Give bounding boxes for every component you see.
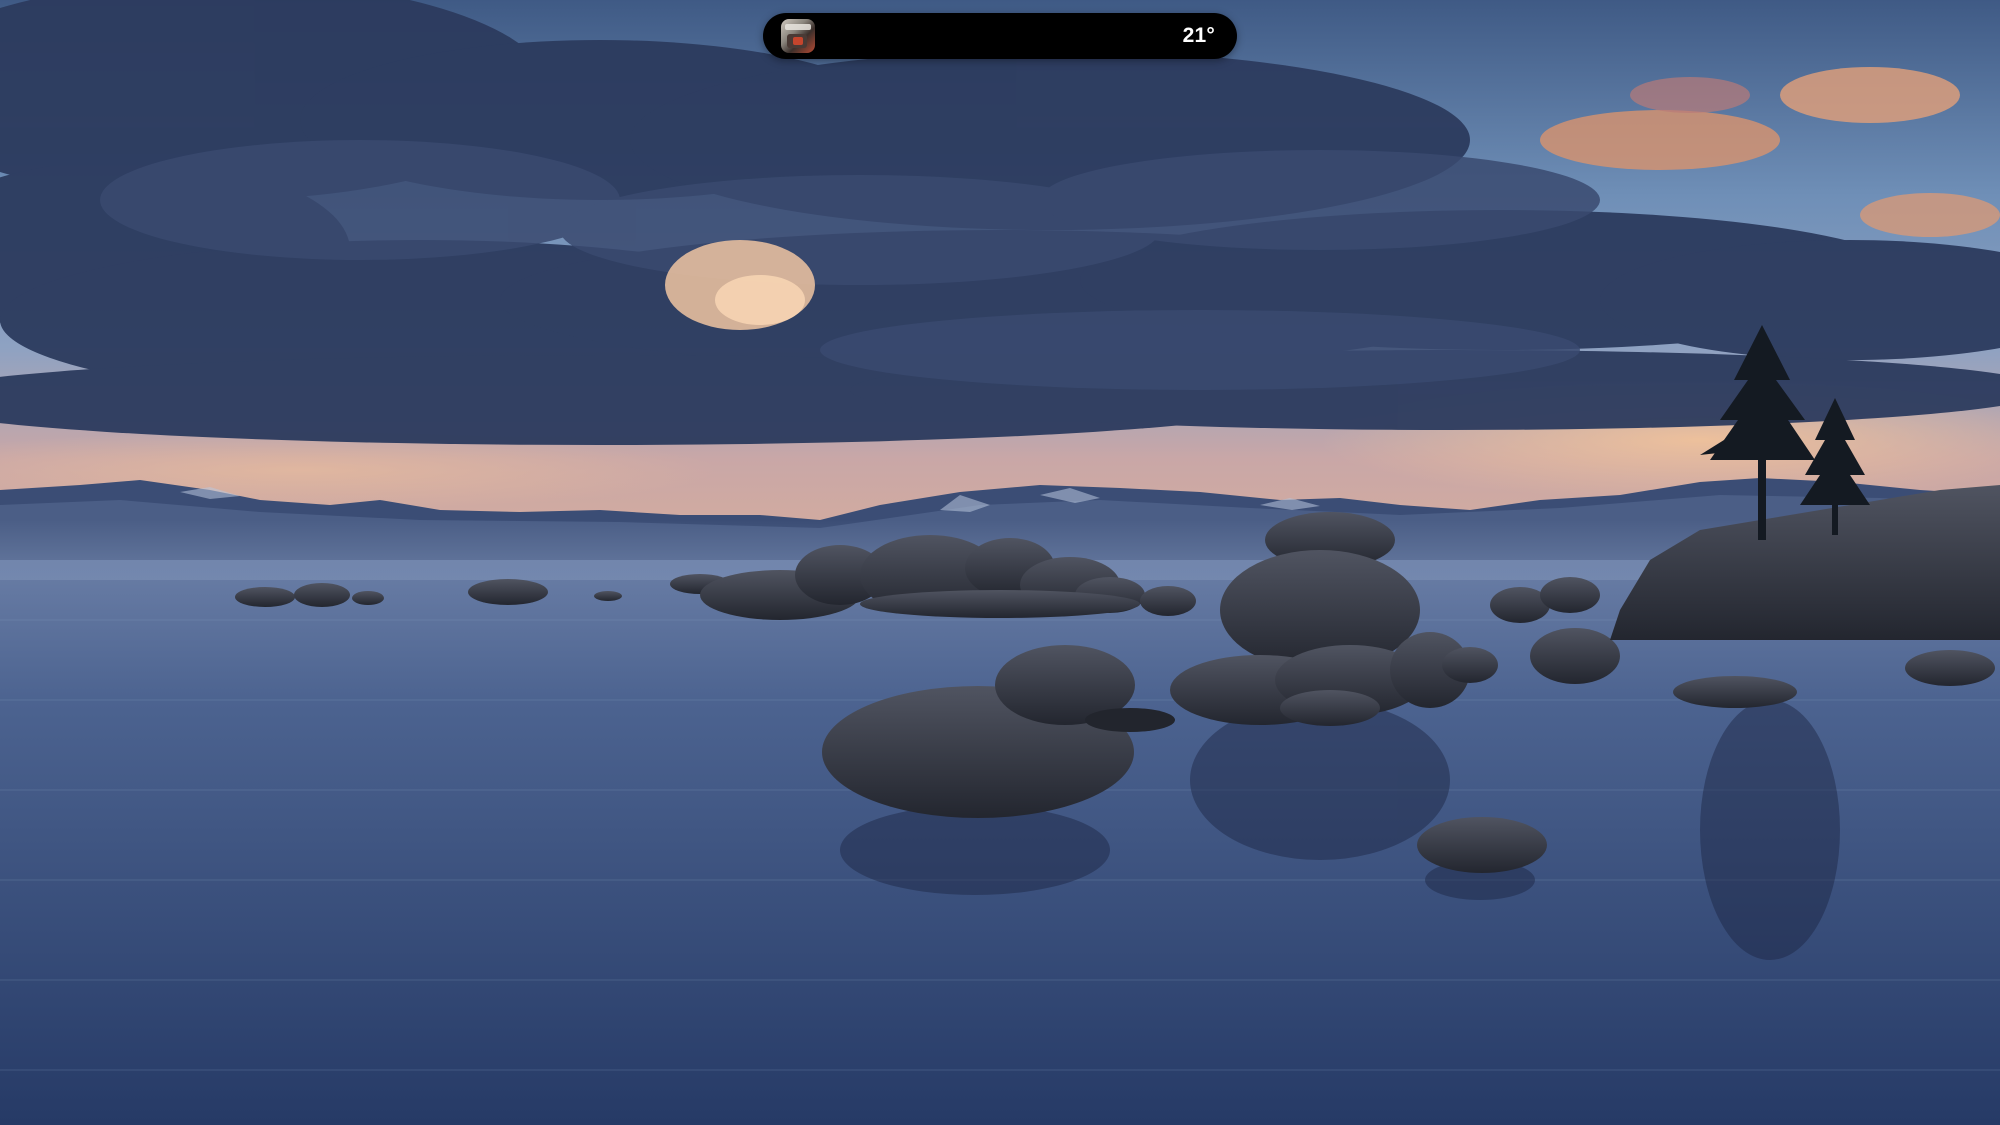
dynamic-island-now-playing[interactable]: 21°: [763, 13, 1237, 59]
desktop-screen: 21°: [0, 0, 2000, 1125]
album-art-icon[interactable]: [781, 19, 815, 53]
wallpaper-lake-landscape: [0, 0, 2000, 1125]
temperature-label: 21°: [1182, 24, 1215, 47]
